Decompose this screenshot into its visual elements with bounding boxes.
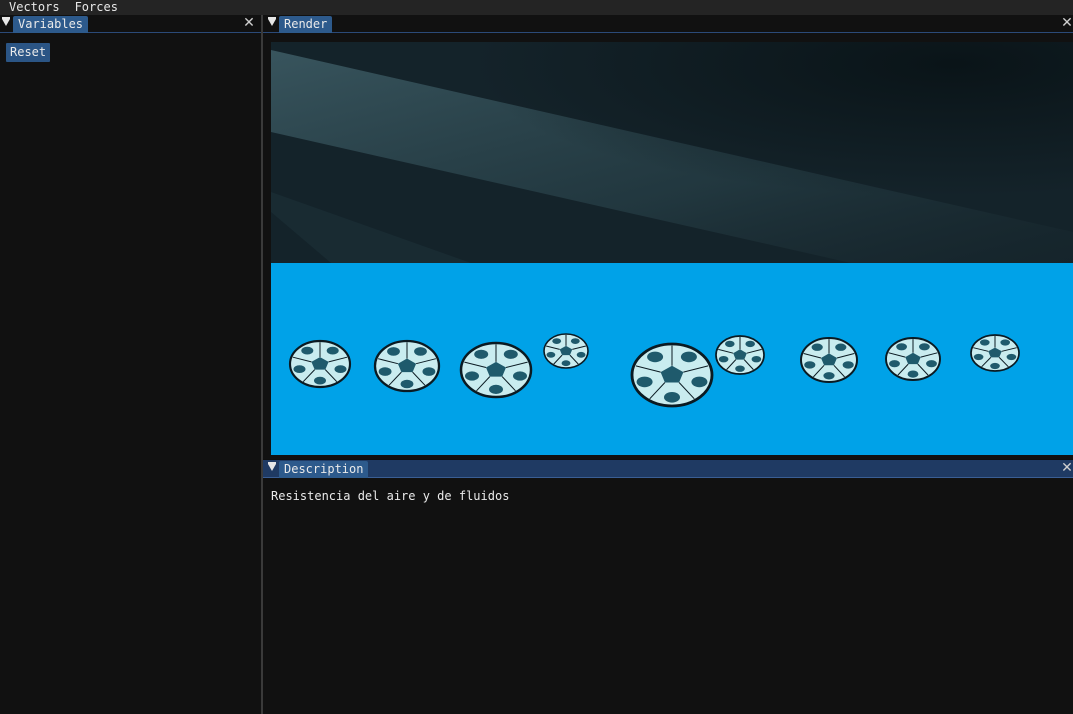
tab-description[interactable]: Description (279, 461, 369, 478)
balls-layer (288, 333, 1020, 408)
collapse-arrow-icon[interactable] (268, 17, 276, 26)
soccer-ball-icon (885, 337, 941, 381)
render-panel-header: Render ✕ (263, 15, 1073, 33)
menu-vectors[interactable]: Vectors (0, 0, 60, 15)
background-dark-sky (271, 42, 1073, 263)
render-viewport[interactable] (271, 42, 1073, 455)
tab-render[interactable]: Render (279, 16, 333, 33)
soccer-ball-icon (288, 339, 352, 389)
reset-button[interactable]: Reset (6, 43, 51, 62)
close-icon[interactable]: ✕ (243, 16, 255, 30)
soccer-ball-icon (630, 342, 714, 408)
soccer-ball-icon (715, 335, 765, 375)
close-icon[interactable]: ✕ (1061, 461, 1073, 475)
variables-panel-header: Variables ✕ (0, 15, 261, 33)
menu-forces[interactable]: Forces (66, 0, 118, 15)
soccer-ball-icon (373, 339, 441, 393)
tab-variables[interactable]: Variables (13, 16, 89, 33)
variables-panel: Variables ✕ Reset (0, 15, 261, 714)
description-text: Resistencia del aire y de fluidos (271, 489, 510, 503)
close-icon[interactable]: ✕ (1061, 16, 1073, 30)
light-beam-graphic (271, 42, 1073, 263)
description-panel-header: Description ✕ (263, 460, 1073, 478)
soccer-ball-icon (543, 333, 589, 369)
water-area (271, 263, 1073, 455)
collapse-arrow-icon[interactable] (2, 17, 10, 26)
collapse-arrow-icon[interactable] (268, 462, 276, 471)
soccer-ball-icon (459, 341, 533, 399)
soccer-ball-icon (970, 334, 1020, 372)
description-panel: Description ✕ Resistencia del aire y de … (263, 460, 1073, 714)
menu-bar: Vectors Forces (0, 0, 1073, 15)
soccer-ball-icon (800, 337, 858, 383)
